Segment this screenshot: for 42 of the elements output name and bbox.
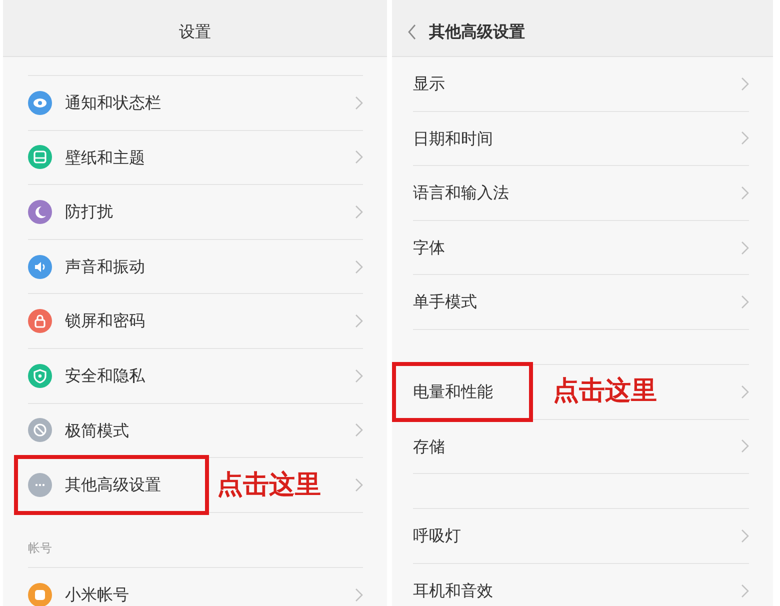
chevron-right-icon: [741, 186, 749, 200]
setting-label[interactable]: 电量和性能: [413, 382, 493, 401]
setting-label[interactable]: 存储: [413, 438, 445, 456]
chevron-right-icon: [355, 423, 363, 438]
screen-title: 其他高级设置: [429, 22, 525, 42]
chevron-right-icon: [355, 96, 363, 110]
chevron-right-icon: [741, 131, 749, 146]
callout-text: 点击这里: [553, 377, 657, 406]
setting-label[interactable]: 极简模式: [65, 422, 129, 440]
setting-label[interactable]: 显示: [413, 75, 445, 93]
setting-label[interactable]: 防打扰: [65, 203, 113, 221]
chevron-right-icon: [355, 204, 363, 219]
chevron-right-icon: [741, 240, 749, 255]
setting-label[interactable]: 单手模式: [413, 293, 477, 311]
setting-label[interactable]: 小米帐号: [65, 586, 129, 604]
callout-text: 点击这里: [217, 470, 321, 500]
setting-label[interactable]: 语言和输入法: [413, 184, 509, 202]
setting-label[interactable]: 安全和隐私: [65, 366, 145, 385]
chevron-right-icon: [355, 368, 363, 383]
setting-label[interactable]: 耳机和音效: [413, 582, 493, 600]
setting-label[interactable]: 其他高级设置: [65, 476, 161, 494]
chevron-right-icon: [741, 384, 749, 399]
setting-label[interactable]: 声音和振动: [65, 258, 145, 276]
chevron-right-icon: [355, 478, 363, 492]
setting-label[interactable]: 壁纸和主题: [65, 148, 145, 166]
chevron-right-icon: [355, 588, 363, 602]
back-icon[interactable]: [408, 24, 416, 40]
setting-label[interactable]: 呼吸灯: [413, 527, 461, 545]
screen-title: 设置: [179, 22, 211, 42]
chevron-right-icon: [355, 260, 363, 274]
chevron-right-icon: [741, 76, 749, 91]
chevron-right-icon: [741, 528, 749, 543]
chevron-right-icon: [355, 314, 363, 328]
setting-label[interactable]: 日期和时间: [413, 130, 493, 148]
setting-label[interactable]: 通知和状态栏: [65, 94, 161, 112]
chevron-right-icon: [741, 439, 749, 454]
setting-label[interactable]: 字体: [413, 238, 445, 256]
chevron-right-icon: [741, 584, 749, 598]
section-label: 帐号: [28, 540, 52, 557]
setting-label[interactable]: 锁屏和密码: [65, 312, 145, 330]
chevron-right-icon: [355, 150, 363, 164]
chevron-right-icon: [741, 295, 749, 310]
